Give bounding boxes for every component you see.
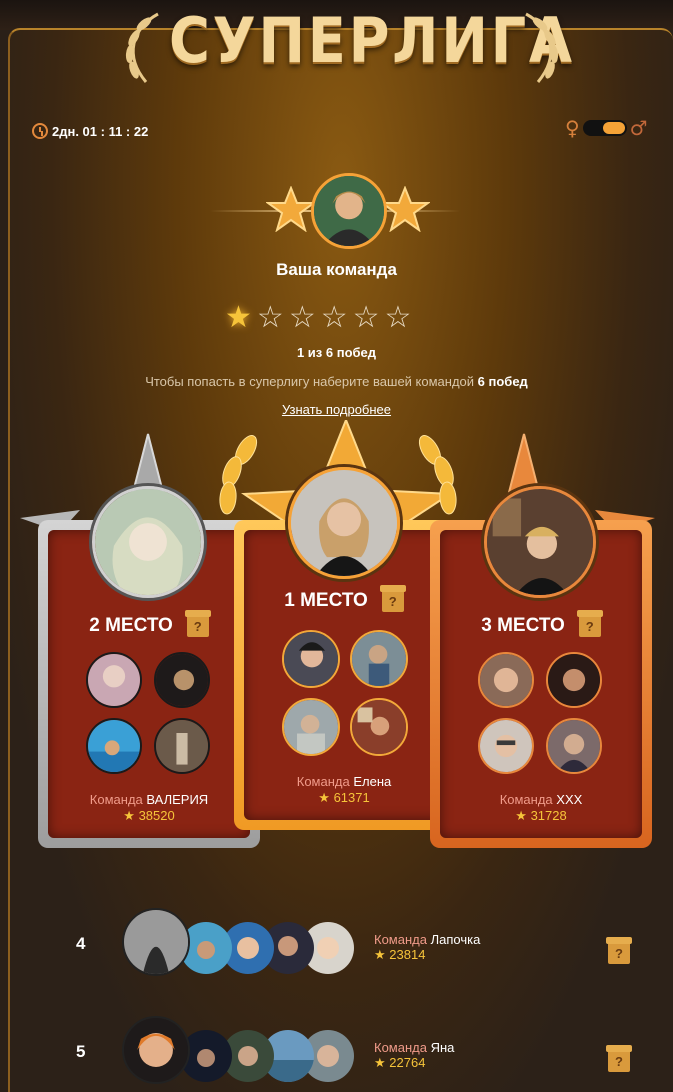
your-team-label: Ваша команда [276,260,397,279]
team-info: Команда XXX ★ 31728 [499,792,583,823]
female-icon[interactable]: ♀ [565,118,580,138]
member-avatar[interactable] [86,718,142,774]
male-icon[interactable]: ♂ [630,118,648,138]
team-info: Команда ВАЛЕРИЯ ★ 38520 [89,792,209,823]
member-avatar[interactable] [122,908,190,976]
leader-avatar-1[interactable] [288,467,400,579]
member-avatar[interactable] [546,652,602,708]
place-label: 2 МЕСТО? [38,610,260,637]
member-avatar[interactable] [282,698,340,756]
place-label: 1 МЕСТО? [234,585,454,612]
hero-star-right-icon [380,186,430,232]
team-info: Команда Лапочка ★ 23814 [374,932,481,962]
leader-avatar-2[interactable] [92,486,204,598]
your-team-avatar[interactable] [311,173,387,249]
hero-star-left-icon [266,186,316,232]
gift-icon[interactable]: ? [606,937,632,964]
gender-toggle[interactable] [582,120,627,136]
member-avatar[interactable] [122,1016,190,1084]
leader-avatar-3[interactable] [484,486,596,598]
list-item[interactable]: 4 Команда Лапочка ★ 23814 ? [0,900,673,1000]
member-avatar[interactable] [154,718,210,774]
member-avatar[interactable] [478,652,534,708]
gender-switch[interactable]: ♀ ♂ [565,118,648,138]
team-info: Команда Елена ★ 61371 [296,774,392,805]
star-empty-icon: ☆ [352,300,380,335]
league-hint: Чтобы попасть в суперлигу наберите вашей… [145,374,528,389]
laurel-left-icon [125,12,159,83]
member-avatar[interactable] [478,718,534,774]
star-empty-icon: ☆ [320,300,348,335]
clock-icon [32,123,48,139]
star-empty-icon: ☆ [288,300,316,335]
member-avatar[interactable] [350,698,408,756]
place-label: 3 МЕСТО? [430,610,652,637]
member-avatar[interactable] [350,630,408,688]
star-filled-icon: ★ [225,300,252,335]
member-avatar[interactable] [154,652,210,708]
rank-number: 4 [76,934,86,953]
member-avatar[interactable] [546,718,602,774]
member-avatar[interactable] [86,652,142,708]
star-empty-icon: ☆ [256,300,284,335]
rank-number: 5 [76,1042,86,1061]
countdown-timer: 2дн. 01 : 11 : 22 [32,123,148,139]
page-title: СУПЕРЛИГА [169,4,575,77]
gift-icon[interactable]: ? [379,585,406,612]
timer-value: 2дн. 01 : 11 : 22 [52,123,149,139]
laurel-right-icon [525,12,559,83]
gift-icon[interactable]: ? [576,610,603,637]
star-empty-icon: ☆ [384,300,412,335]
learn-more-link[interactable]: Узнать подробнее [0,402,673,417]
wins-count: 1 из 6 побед [296,345,377,360]
wins-stars: ★ ☆ ☆ ☆ ☆ ☆ [225,303,411,333]
list-item[interactable]: 5 Команда Яна ★ 22764 ? [0,1008,673,1092]
gift-icon[interactable]: ? [606,1045,632,1072]
member-avatar[interactable] [282,630,340,688]
toggle-knob[interactable] [602,122,625,134]
gift-icon[interactable]: ? [184,610,211,637]
team-info: Команда Яна ★ 22764 [374,1040,455,1070]
